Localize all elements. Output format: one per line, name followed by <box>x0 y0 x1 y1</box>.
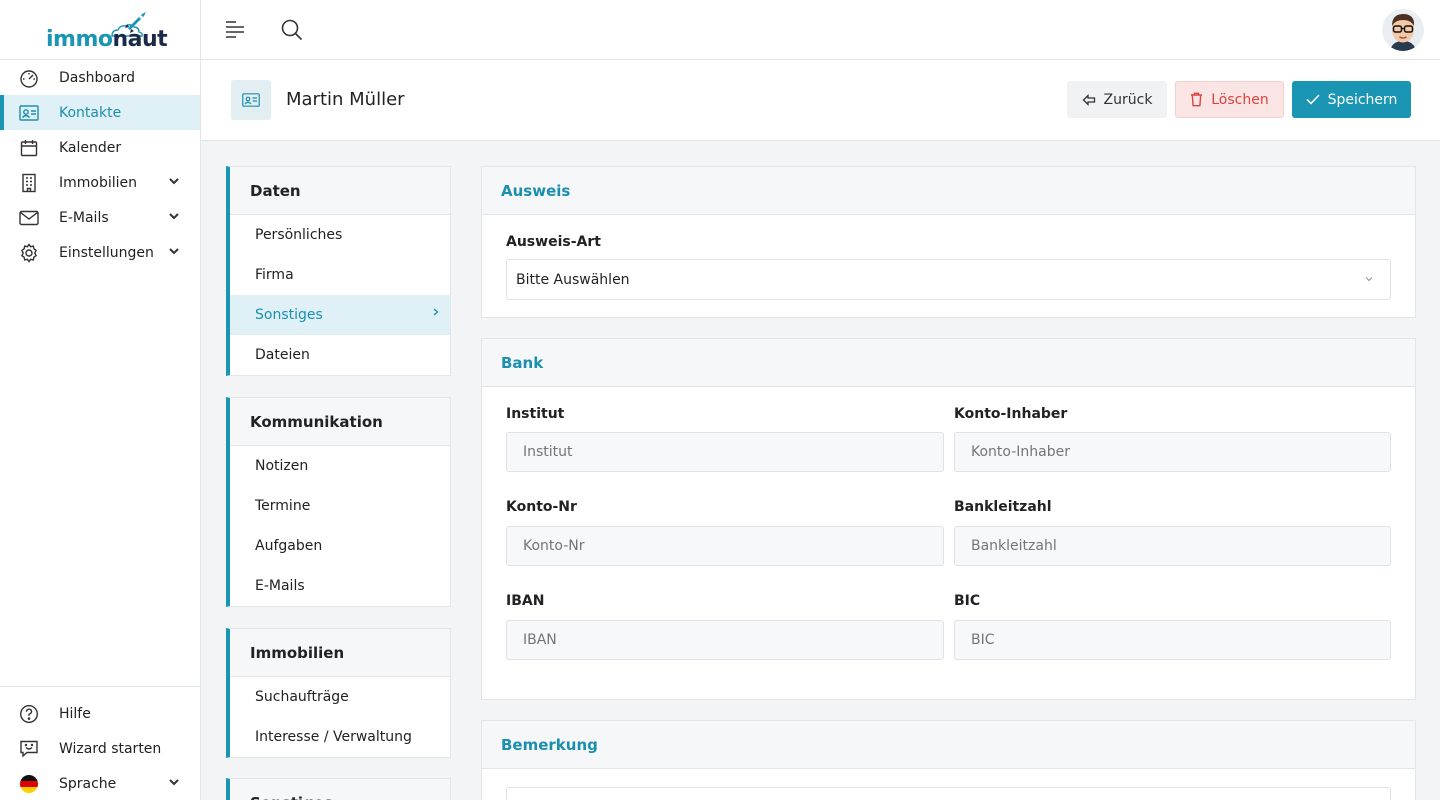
chevron-down-icon <box>169 178 179 185</box>
submenu-sonstiges: Sonstiges <box>226 778 451 800</box>
sidebar-item-wizard[interactable]: Wizard starten <box>0 731 200 766</box>
bankleitzahl-input[interactable] <box>954 526 1391 566</box>
search-icon[interactable] <box>281 19 303 41</box>
chevron-right-icon <box>433 308 439 316</box>
submenu-item-notizen[interactable]: Notizen <box>230 446 450 486</box>
konto-inhaber-input[interactable] <box>954 432 1391 472</box>
building-icon <box>18 172 40 194</box>
submenu-item-termine[interactable]: Termine <box>230 486 450 526</box>
card-title: Bemerkung <box>482 721 1415 769</box>
sidebar-nav: Dashboard Kontakte Kalender Immobilien E… <box>0 60 200 270</box>
card-title: Bank <box>482 339 1415 387</box>
flag-de-icon <box>18 773 40 795</box>
submenu-item-label: Sonstiges <box>255 307 323 323</box>
chat-smile-icon <box>18 738 40 760</box>
sidebar-item-label: Wizard starten <box>59 740 162 757</box>
submenu-item-interesse-verwaltung[interactable]: Interesse / Verwaltung <box>230 717 450 757</box>
submenu-kommunikation: Kommunikation Notizen Termine Aufgaben E… <box>226 397 451 607</box>
sidebar-item-dashboard[interactable]: Dashboard <box>0 60 200 95</box>
submenu-item-firma[interactable]: Firma <box>230 255 450 295</box>
delete-button-label: Löschen <box>1211 91 1269 108</box>
save-button[interactable]: Speichern <box>1292 81 1411 118</box>
submenu-title: Sonstiges <box>230 779 450 800</box>
sidebar: immonaut Dashboard Kontakte Kalender Imm… <box>0 0 201 800</box>
chevron-down-icon <box>169 248 179 255</box>
gauge-icon <box>18 67 40 89</box>
bemerkung-card: Bemerkung <box>481 720 1416 800</box>
iban-label: IBAN <box>506 593 545 609</box>
logo[interactable]: immonaut <box>0 0 200 60</box>
bank-card: Bank Institut Konto-Inhaber Konto-Nr Ban… <box>481 338 1416 700</box>
ausweis-art-label: Ausweis-Art <box>506 234 601 250</box>
submenu-item-suchauftraege[interactable]: Suchaufträge <box>230 677 450 717</box>
chevron-down-icon <box>1365 277 1373 282</box>
sidebar-item-einstellungen[interactable]: Einstellungen <box>0 235 200 270</box>
konto-nr-label: Konto-Nr <box>506 499 577 515</box>
submenu-item-persoenliches[interactable]: Persönliches <box>230 215 450 255</box>
sidebar-item-emails[interactable]: E-Mails <box>0 200 200 235</box>
arrow-left-icon <box>1082 93 1095 106</box>
sidebar-item-label: Kalender <box>59 139 122 156</box>
submenu-title: Daten <box>230 167 450 215</box>
iban-input[interactable] <box>506 620 944 660</box>
back-button-label: Zurück <box>1103 91 1153 108</box>
sidebar-item-label: Kontakte <box>59 104 122 121</box>
sidebar-item-kontakte[interactable]: Kontakte <box>0 95 200 130</box>
ausweis-art-select[interactable]: Bitte Auswählen <box>506 259 1391 300</box>
card-title: Ausweis <box>482 167 1415 215</box>
konto-inhaber-label: Konto-Inhaber <box>954 406 1068 422</box>
help-icon <box>18 703 40 725</box>
submenu-item-aufgaben[interactable]: Aufgaben <box>230 526 450 566</box>
institut-input[interactable] <box>506 432 944 472</box>
save-button-label: Speichern <box>1327 91 1398 108</box>
submenu-title: Kommunikation <box>230 398 450 446</box>
mail-icon <box>18 207 40 229</box>
logo-wordmark: immonaut <box>46 27 168 52</box>
sidebar-item-label: Immobilien <box>59 174 138 191</box>
submenu-item-dateien[interactable]: Dateien <box>230 335 450 375</box>
trash-icon <box>1191 92 1203 107</box>
submenu-item-sonstiges[interactable]: Sonstiges <box>230 295 450 335</box>
submenu-item-emails[interactable]: E-Mails <box>230 566 450 606</box>
sidebar-bottom-nav: Hilfe Wizard starten Sprache <box>0 686 200 800</box>
chevron-down-icon <box>169 779 179 786</box>
submenu-daten: Daten Persönliches Firma Sonstiges Datei… <box>226 166 451 376</box>
select-value: Bitte Auswählen <box>516 271 630 288</box>
sidebar-item-label: Dashboard <box>59 69 135 86</box>
sidebar-item-label: Hilfe <box>59 705 91 722</box>
back-button[interactable]: Zurück <box>1067 81 1167 118</box>
institut-label: Institut <box>506 406 565 422</box>
sidebar-item-label: Sprache <box>59 775 117 792</box>
sidebar-item-kalender[interactable]: Kalender <box>0 130 200 165</box>
sidebar-item-label: Einstellungen <box>59 244 154 261</box>
bic-input[interactable] <box>954 620 1391 660</box>
avatar[interactable] <box>1382 9 1424 51</box>
sidebar-item-label: E-Mails <box>59 209 109 226</box>
delete-button[interactable]: Löschen <box>1175 81 1284 118</box>
submenu-title: Immobilien <box>230 629 450 677</box>
calendar-icon <box>18 137 40 159</box>
chevron-down-icon <box>169 213 179 220</box>
contact-card-icon <box>231 80 271 120</box>
bankleitzahl-label: Bankleitzahl <box>954 499 1052 515</box>
contact-header: Martin Müller Zurück Löschen Speichern <box>201 60 1440 141</box>
check-icon <box>1306 94 1320 105</box>
sidebar-item-sprache[interactable]: Sprache <box>0 766 200 800</box>
sidebar-item-immobilien[interactable]: Immobilien <box>0 165 200 200</box>
bic-label: BIC <box>954 593 981 609</box>
menu-icon[interactable] <box>225 19 245 39</box>
contact-card-icon <box>18 102 40 124</box>
ausweis-card: Ausweis Ausweis-Art Bitte Auswählen <box>481 166 1416 318</box>
page-title: Martin Müller <box>286 89 405 110</box>
gear-icon <box>18 242 40 264</box>
topbar <box>201 0 1440 60</box>
submenu-immobilien: Immobilien Suchaufträge Interesse / Verw… <box>226 628 451 758</box>
konto-nr-input[interactable] <box>506 526 944 566</box>
sidebar-item-hilfe[interactable]: Hilfe <box>0 696 200 731</box>
bemerkung-textarea[interactable] <box>506 787 1391 800</box>
